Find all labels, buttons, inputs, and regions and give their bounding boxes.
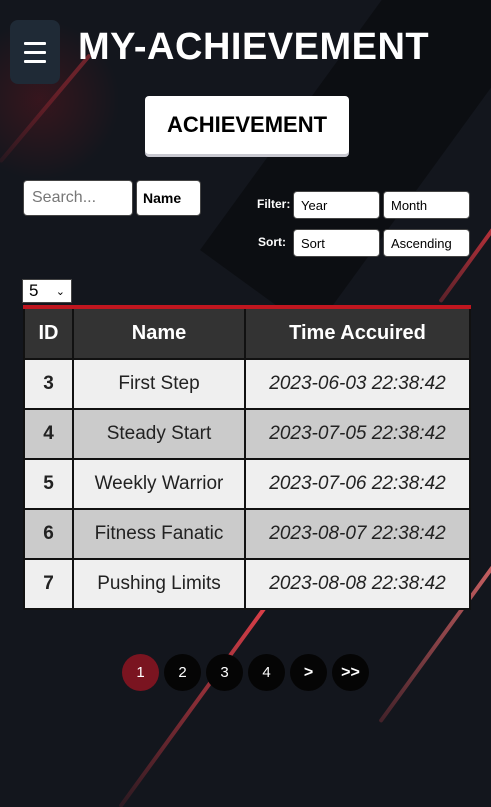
cell-id: 4 bbox=[23, 408, 74, 460]
cell-name: Pushing Limits bbox=[72, 558, 246, 610]
cell-name: Steady Start bbox=[72, 408, 246, 460]
header-name[interactable]: Name bbox=[72, 305, 246, 360]
cell-time: 2023-07-05 22:38:42 bbox=[244, 408, 471, 460]
page-button-1[interactable]: 1 bbox=[122, 654, 159, 691]
table-header-row: ID Name Time Accuired bbox=[23, 305, 471, 360]
cell-name: Fitness Fanatic bbox=[72, 508, 246, 560]
search-input[interactable] bbox=[23, 180, 133, 216]
table-row: 6 Fitness Fanatic 2023-08-07 22:38:42 bbox=[23, 508, 471, 560]
cell-time: 2023-08-08 22:38:42 bbox=[244, 558, 471, 610]
sort-field-select[interactable]: Sort bbox=[293, 229, 380, 257]
cell-id: 3 bbox=[23, 358, 74, 410]
cell-name: Weekly Warrior bbox=[72, 458, 246, 510]
app-title: MY-ACHIEVEMENT bbox=[78, 26, 430, 68]
page-size-value: 5 bbox=[29, 281, 39, 300]
table-row: 3 First Step 2023-06-03 22:38:42 bbox=[23, 358, 471, 410]
cell-id: 6 bbox=[23, 508, 74, 560]
table-row: 7 Pushing Limits 2023-08-08 22:38:42 bbox=[23, 558, 471, 610]
filter-month-select[interactable]: Month bbox=[383, 191, 470, 219]
sort-order-select[interactable]: Ascending bbox=[383, 229, 470, 257]
achievement-button[interactable]: ACHIEVEMENT bbox=[145, 96, 349, 154]
chevron-down-icon: ⌄ bbox=[55, 285, 65, 298]
filter-label: Filter: bbox=[257, 197, 291, 211]
header-time[interactable]: Time Accuired bbox=[244, 305, 471, 360]
cell-time: 2023-06-03 22:38:42 bbox=[244, 358, 471, 410]
next-page-button[interactable]: > bbox=[290, 654, 327, 691]
sort-label: Sort: bbox=[258, 235, 286, 249]
page-button-3[interactable]: 3 bbox=[206, 654, 243, 691]
last-page-button[interactable]: >> bbox=[332, 654, 369, 691]
search-field-select[interactable]: Name bbox=[136, 180, 201, 216]
page-button-4[interactable]: 4 bbox=[248, 654, 285, 691]
hamburger-menu-icon[interactable] bbox=[10, 20, 60, 84]
cell-name: First Step bbox=[72, 358, 246, 410]
table-row: 4 Steady Start 2023-07-05 22:38:42 bbox=[23, 408, 471, 460]
page-button-2[interactable]: 2 bbox=[164, 654, 201, 691]
cell-time: 2023-07-06 22:38:42 bbox=[244, 458, 471, 510]
filter-year-select[interactable]: Year bbox=[293, 191, 380, 219]
page-size-select[interactable]: 5 ⌄ bbox=[22, 279, 72, 303]
cell-id: 5 bbox=[23, 458, 74, 510]
table-row: 5 Weekly Warrior 2023-07-06 22:38:42 bbox=[23, 458, 471, 510]
cell-id: 7 bbox=[23, 558, 74, 610]
achievements-table: ID Name Time Accuired 3 First Step 2023-… bbox=[23, 305, 471, 610]
pagination: 1 2 3 4 > >> bbox=[122, 654, 369, 691]
cell-time: 2023-08-07 22:38:42 bbox=[244, 508, 471, 560]
header-id[interactable]: ID bbox=[23, 305, 74, 360]
